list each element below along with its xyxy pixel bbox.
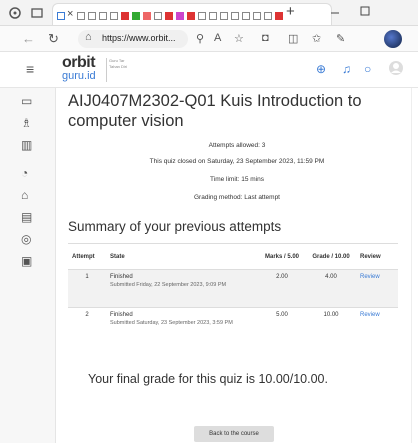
submitted-time: Submitted Saturday, 23 September 2023, 3… <box>110 320 233 326</box>
tab-favicon-icon <box>57 12 65 20</box>
home-icon[interactable]: ⌂ <box>21 188 28 202</box>
tab-favicon-icon[interactable] <box>220 12 228 20</box>
state-label: Finished <box>110 274 133 280</box>
site-header: ≡ orbit guru.id Guru Tar Tahan Diri ⊕ ♫ … <box>0 52 418 88</box>
back-arrow-icon[interactable]: ← <box>22 31 35 46</box>
grades-icon[interactable]: ♗ <box>21 116 32 130</box>
time-limit: Time limit: 15 mins <box>210 176 264 183</box>
tab-favicon-icon[interactable] <box>275 12 283 20</box>
notifications-icon[interactable]: ♫ <box>342 62 351 76</box>
language-icon[interactable]: ⊕ <box>316 62 326 76</box>
read-aloud-icon[interactable]: A <box>214 32 221 44</box>
messages-icon[interactable]: ○ <box>364 62 371 76</box>
browser-menu-icon[interactable] <box>8 6 22 20</box>
courses-icon[interactable]: ▥ <box>21 138 32 152</box>
tab-actions-icon[interactable] <box>30 6 44 20</box>
attempt-state: Finished Submitted Saturday, 23 Septembe… <box>106 307 258 346</box>
logo-bottom-text: guru.id <box>62 70 96 82</box>
attempt-marks: 2.00 <box>258 269 306 308</box>
tab-favicon-icon[interactable] <box>77 12 85 20</box>
badges-icon[interactable]: ◎ <box>21 232 31 246</box>
attempt-number: 2 <box>68 307 106 346</box>
profile-avatar[interactable] <box>384 30 402 48</box>
tab-favicon-icon[interactable] <box>110 12 118 20</box>
right-edge <box>411 88 418 443</box>
attempts-allowed: Attempts allowed: 3 <box>208 142 266 149</box>
refresh-icon[interactable]: ↻ <box>48 31 59 47</box>
table-row: 1 Finished Submitted Friday, 22 Septembe… <box>68 269 398 308</box>
quiz-closed-info: This quiz closed on Saturday, 23 Septemb… <box>149 158 325 165</box>
attempt-number: 1 <box>68 269 106 308</box>
tab-favicon-icon[interactable] <box>121 12 129 20</box>
maximize-icon[interactable] <box>360 6 370 16</box>
grading-method: Grading method: Last attempt <box>194 194 280 201</box>
final-grade: Your final grade for this quiz is 10.00/… <box>88 372 328 386</box>
back-to-course-button[interactable]: Back to the course <box>194 426 274 442</box>
tab-favicon-icon[interactable] <box>99 12 107 20</box>
tab-favicon-icon[interactable] <box>264 12 272 20</box>
browser-tab-strip: × + <box>0 0 418 26</box>
dashboard-icon[interactable]: ◔ <box>21 166 28 180</box>
attempt-grade: 4.00 <box>306 269 356 308</box>
tab-favicon-icon[interactable] <box>88 12 96 20</box>
submitted-time: Submitted Friday, 22 September 2023, 9:0… <box>110 282 227 288</box>
tab-favicon-icon[interactable] <box>165 12 173 20</box>
column-header-grade: Grade / 10.00 <box>306 243 356 270</box>
tab-favicon-icon[interactable] <box>154 12 162 20</box>
folder-icon[interactable]: ▭ <box>21 94 32 108</box>
tab-favicon-icon[interactable] <box>209 12 217 20</box>
collections-icon[interactable]: ✎ <box>336 32 345 45</box>
minimize-icon[interactable] <box>330 8 340 18</box>
attempt-grade: 10.00 <box>306 307 356 346</box>
attempts-table: Attempt State Marks / 5.00 Grade / 10.00… <box>68 243 398 346</box>
home-icon: ⌂ <box>85 31 92 43</box>
review-link[interactable]: Review <box>356 307 398 346</box>
main-content: AIJ0407M2302-Q01 Kuis Introduction to co… <box>56 88 418 443</box>
summary-heading: Summary of your previous attempts <box>68 219 282 234</box>
logo-tagline: Guru Tar Tahan Diri <box>106 58 128 82</box>
tab-favicon-icon[interactable] <box>176 12 184 20</box>
column-header-state: State <box>106 243 258 270</box>
column-header-marks: Marks / 5.00 <box>258 243 306 270</box>
tab-favicon-icon[interactable] <box>242 12 250 20</box>
address-bar[interactable]: ⌂ https://www.orbit... <box>78 30 188 48</box>
review-link-text[interactable]: Review <box>360 274 380 280</box>
tab-favicon-icon[interactable] <box>231 12 239 20</box>
state-label: Finished <box>110 312 133 318</box>
zoom-icon[interactable]: ⚲ <box>196 32 204 45</box>
tab-favicon-icon[interactable] <box>187 12 195 20</box>
site-logo[interactable]: orbit guru.id <box>62 54 102 84</box>
tab-favicon-icon[interactable] <box>198 12 206 20</box>
attempt-state: Finished Submitted Friday, 22 September … <box>106 269 258 308</box>
page-title: AIJ0407M2302-Q01 Kuis Introduction to co… <box>68 92 362 130</box>
tab-favicon-icon[interactable] <box>132 12 140 20</box>
left-drawer: ▭ ♗ ▥ ◔ ⌂ ▤ ◎ ▣ <box>0 88 56 443</box>
menu-icon[interactable]: ≡ <box>26 61 34 77</box>
new-tab-button[interactable]: + <box>286 3 295 20</box>
favorites-icon[interactable]: ✩ <box>312 32 321 45</box>
tab-close-icon[interactable]: × <box>67 8 73 20</box>
attempt-marks: 5.00 <box>258 307 306 346</box>
favorite-star-icon[interactable]: ☆ <box>234 32 244 45</box>
table-header-row: Attempt State Marks / 5.00 Grade / 10.00… <box>68 243 398 270</box>
table-row: 2 Finished Submitted Saturday, 23 Septem… <box>68 307 398 346</box>
column-header-review: Review <box>356 243 398 270</box>
browser-toolbar: ← ↻ ⌂ https://www.orbit... ⚲ A ☆ ◘ ◫ ✩ ✎ <box>0 26 418 52</box>
calendar-icon[interactable]: ▤ <box>21 210 32 224</box>
column-header-attempt: Attempt <box>68 243 106 270</box>
tab-favicon-icon[interactable] <box>253 12 261 20</box>
tab-favicon-icon[interactable] <box>143 12 151 20</box>
extensions-icon[interactable]: ◘ <box>262 32 269 44</box>
review-link-text[interactable]: Review <box>360 312 380 318</box>
user-avatar-icon[interactable] <box>388 60 404 76</box>
private-files-icon[interactable]: ▣ <box>21 254 32 268</box>
url-text: https://www.orbit... <box>102 33 176 43</box>
review-link[interactable]: Review <box>356 269 398 308</box>
split-screen-icon[interactable]: ◫ <box>288 32 298 45</box>
